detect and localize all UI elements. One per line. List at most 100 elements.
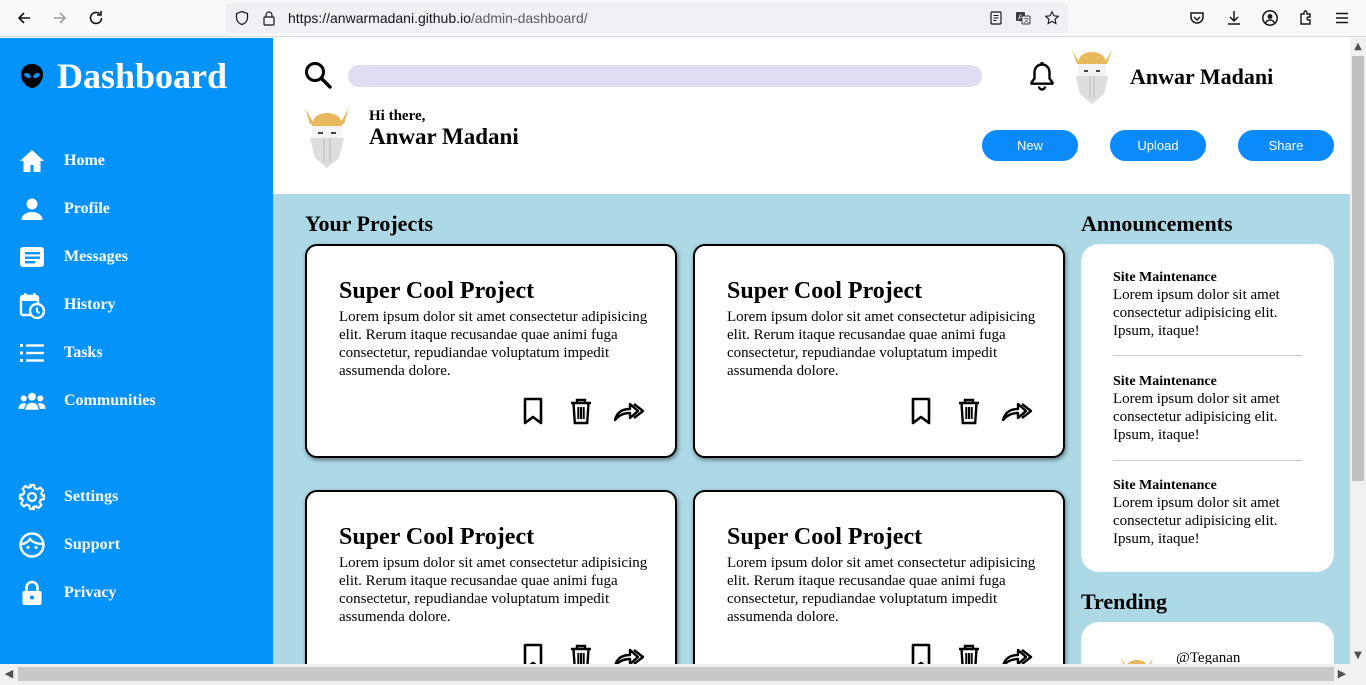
bell-icon[interactable] bbox=[1028, 61, 1056, 91]
url-path: /admin-dashboard/ bbox=[470, 10, 588, 26]
home-icon bbox=[18, 147, 46, 175]
sidebar-item-home[interactable]: Home bbox=[18, 146, 105, 176]
bookmark-icon[interactable] bbox=[905, 396, 937, 426]
bookmark-icon[interactable] bbox=[517, 396, 549, 426]
announcement-title: Site Maintenance bbox=[1113, 374, 1217, 389]
share-icon[interactable] bbox=[613, 396, 645, 426]
share-icon[interactable] bbox=[1001, 642, 1033, 664]
announcement-item[interactable]: Site Maintenance Lorem ipsum dolor sit a… bbox=[1113, 270, 1303, 340]
menu-icon[interactable] bbox=[1332, 8, 1352, 28]
back-icon[interactable] bbox=[14, 8, 34, 28]
header: Anwar Madani Hi there, Anwar Madani New … bbox=[273, 38, 1350, 194]
sidebar-item-privacy[interactable]: Privacy bbox=[18, 578, 116, 608]
downloads-icon[interactable] bbox=[1224, 8, 1244, 28]
scroll-left-icon[interactable]: ◀ bbox=[3, 668, 15, 680]
avatar[interactable] bbox=[1068, 46, 1116, 106]
search-icon[interactable] bbox=[303, 60, 333, 90]
project-title: Super Cool Project bbox=[727, 524, 923, 550]
forward-icon[interactable] bbox=[50, 8, 70, 28]
project-title: Super Cool Project bbox=[339, 278, 535, 304]
browser-toolbar: https://anwarmadani.github.io/admin-dash… bbox=[0, 0, 1366, 37]
sidebar-item-profile[interactable]: Profile bbox=[18, 194, 110, 224]
project-actions bbox=[905, 642, 1033, 664]
alien-icon bbox=[21, 64, 43, 88]
project-description: Lorem ipsum dolor sit amet consectetur a… bbox=[339, 309, 648, 379]
sidebar-item-label: Messages bbox=[64, 248, 128, 265]
share-icon[interactable] bbox=[1001, 396, 1033, 426]
announcements-title: Announcements bbox=[1081, 211, 1233, 236]
reload-icon[interactable] bbox=[86, 8, 106, 28]
sidebar-item-history[interactable]: History bbox=[18, 290, 116, 320]
translate-icon[interactable]: A文 bbox=[1015, 10, 1031, 26]
scroll-thumb[interactable] bbox=[18, 667, 1334, 681]
greeting-name: Anwar Madani bbox=[369, 124, 519, 149]
scroll-thumb[interactable] bbox=[1352, 56, 1364, 481]
sidebar-item-tasks[interactable]: Tasks bbox=[18, 338, 103, 368]
project-description: Lorem ipsum dolor sit amet consectetur a… bbox=[339, 555, 648, 625]
support-icon bbox=[18, 531, 46, 559]
scroll-down-icon[interactable]: ▼ bbox=[1353, 651, 1363, 661]
tasks-icon bbox=[18, 339, 46, 367]
history-icon bbox=[18, 291, 46, 319]
project-card: Super Cool Project Lorem ipsum dolor sit… bbox=[693, 490, 1065, 664]
project-description: Lorem ipsum dolor sit amet consectetur a… bbox=[727, 309, 1036, 379]
greeting: Hi there, bbox=[369, 108, 426, 124]
upload-button[interactable]: Upload bbox=[1110, 130, 1206, 161]
sidebar-item-communities[interactable]: Communities bbox=[18, 386, 156, 416]
announcements-panel: Site Maintenance Lorem ipsum dolor sit a… bbox=[1081, 244, 1334, 572]
communities-icon bbox=[18, 387, 46, 415]
sidebar-item-messages[interactable]: Messages bbox=[18, 242, 128, 272]
announcement-title: Site Maintenance bbox=[1113, 478, 1217, 493]
trash-icon[interactable] bbox=[565, 396, 597, 426]
sidebar-item-label: Settings bbox=[64, 488, 119, 505]
avatar bbox=[305, 108, 349, 168]
trash-icon[interactable] bbox=[565, 642, 597, 664]
pocket-icon[interactable] bbox=[1187, 8, 1207, 28]
scroll-up-icon[interactable]: ▲ bbox=[1353, 42, 1363, 52]
lock-icon[interactable] bbox=[261, 10, 277, 26]
url-host: https://anwarmadani.github.io bbox=[288, 10, 471, 26]
bookmark-star-icon[interactable] bbox=[1044, 10, 1060, 26]
extensions-icon[interactable] bbox=[1296, 8, 1316, 28]
project-card: Super Cool Project Lorem ipsum dolor sit… bbox=[693, 244, 1065, 458]
url-bar[interactable]: https://anwarmadani.github.io/admin-dash… bbox=[226, 3, 1068, 33]
share-button[interactable]: Share bbox=[1238, 130, 1334, 161]
announcement-text: Lorem ipsum dolor sit amet consectetur a… bbox=[1113, 287, 1280, 339]
projects-title: Your Projects bbox=[305, 211, 434, 236]
horizontal-scrollbar[interactable]: ◀ ▶ bbox=[0, 664, 1366, 685]
announcement-text: Lorem ipsum dolor sit amet consectetur a… bbox=[1113, 495, 1280, 547]
project-description: Lorem ipsum dolor sit amet consectetur a… bbox=[727, 555, 1036, 625]
announcement-text: Lorem ipsum dolor sit amet consectetur a… bbox=[1113, 391, 1280, 443]
trash-icon[interactable] bbox=[953, 642, 985, 664]
project-title: Super Cool Project bbox=[727, 278, 923, 304]
vertical-scrollbar[interactable]: ▲ ▼ bbox=[1350, 38, 1366, 664]
sidebar: Dashboard Home Profile Messages History … bbox=[0, 38, 273, 664]
share-icon[interactable] bbox=[613, 642, 645, 664]
account-icon[interactable] bbox=[1260, 8, 1280, 28]
divider bbox=[1113, 355, 1302, 356]
project-actions bbox=[905, 396, 1033, 426]
project-card: Super Cool Project Lorem ipsum dolor sit… bbox=[305, 244, 677, 458]
trending-user-handle[interactable]: @Teganan bbox=[1176, 650, 1240, 664]
announcement-title: Site Maintenance bbox=[1113, 270, 1217, 285]
announcement-item[interactable]: Site Maintenance Lorem ipsum dolor sit a… bbox=[1113, 374, 1303, 444]
project-actions bbox=[517, 396, 645, 426]
sidebar-item-settings[interactable]: Settings bbox=[18, 482, 118, 512]
brand[interactable]: Dashboard bbox=[18, 56, 227, 96]
sidebar-item-label: Privacy bbox=[64, 584, 117, 601]
divider bbox=[1113, 460, 1302, 461]
project-actions bbox=[517, 642, 645, 664]
scroll-right-icon[interactable]: ▶ bbox=[1336, 668, 1348, 680]
sidebar-item-label: Support bbox=[64, 536, 121, 553]
svg-text:文: 文 bbox=[1024, 17, 1030, 25]
bookmark-icon[interactable] bbox=[905, 642, 937, 664]
bookmark-icon[interactable] bbox=[517, 642, 549, 664]
dashboard-title: Dashboard bbox=[57, 56, 228, 96]
trash-icon[interactable] bbox=[953, 396, 985, 426]
new-button[interactable]: New bbox=[982, 130, 1078, 161]
sidebar-item-support[interactable]: Support bbox=[18, 530, 120, 560]
shield-icon[interactable] bbox=[234, 10, 250, 26]
reader-view-icon[interactable] bbox=[988, 10, 1004, 26]
search-input[interactable] bbox=[348, 65, 982, 87]
announcement-item[interactable]: Site Maintenance Lorem ipsum dolor sit a… bbox=[1113, 478, 1303, 548]
